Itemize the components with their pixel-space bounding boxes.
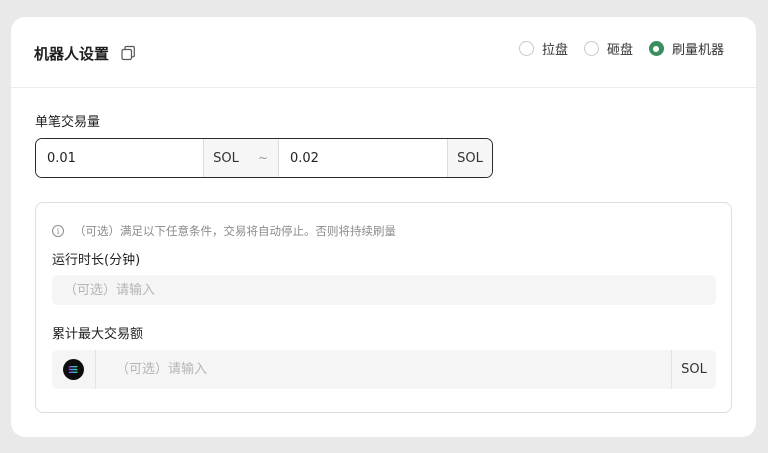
mode-label-dump: 砸盘 [606,43,633,58]
page-title: 机器人设置 [34,45,110,63]
info-icon: i [52,225,64,237]
max-volume-unit: SOL [671,350,716,389]
solana-icon [52,350,96,389]
max-volume-label: 累计最大交易额 [52,327,144,342]
radio-pump[interactable] [518,41,534,56]
trade-amount-range: SOL ~ SOL [35,138,493,178]
range-separator: ~ [248,139,278,177]
trade-amount-min-unit: SOL [204,139,248,177]
trade-amount-max-input[interactable] [278,139,447,177]
trade-amount-min-input[interactable] [36,139,204,177]
mode-option-dump[interactable]: 砸盘 [583,39,633,58]
trade-amount-label: 单笔交易量 [35,115,101,130]
mode-label-pump: 拉盘 [541,43,568,58]
runtime-input[interactable] [52,275,716,305]
runtime-label: 运行时长(分钟) [52,253,141,268]
conditions-hint: i （可选）满足以下任意条件，交易将自动停止。否则将持续刷量 [52,223,396,239]
card-header: 机器人设置 拉盘 砸盘 刷量机器 [11,17,756,88]
mode-radio-group: 拉盘 砸盘 刷量机器 [503,39,724,58]
trade-amount-max-unit: SOL [447,139,492,177]
bot-settings-card: 机器人设置 拉盘 砸盘 刷量机器 单笔交易量 SOL ~ [11,17,756,437]
copy-icon[interactable] [120,45,136,61]
max-volume-field: SOL [52,350,716,389]
max-volume-input[interactable] [96,350,671,389]
conditions-hint-text: （可选）满足以下任意条件，交易将自动停止。否则将持续刷量 [74,224,396,238]
mode-option-pump[interactable]: 拉盘 [518,39,568,58]
mode-label-volume-bot: 刷量机器 [671,43,724,58]
mode-option-volume-bot[interactable]: 刷量机器 [648,39,724,58]
radio-volume-bot[interactable] [648,41,664,56]
stop-conditions-panel: i （可选）满足以下任意条件，交易将自动停止。否则将持续刷量 运行时长(分钟) … [35,202,732,413]
radio-dump[interactable] [583,41,599,56]
